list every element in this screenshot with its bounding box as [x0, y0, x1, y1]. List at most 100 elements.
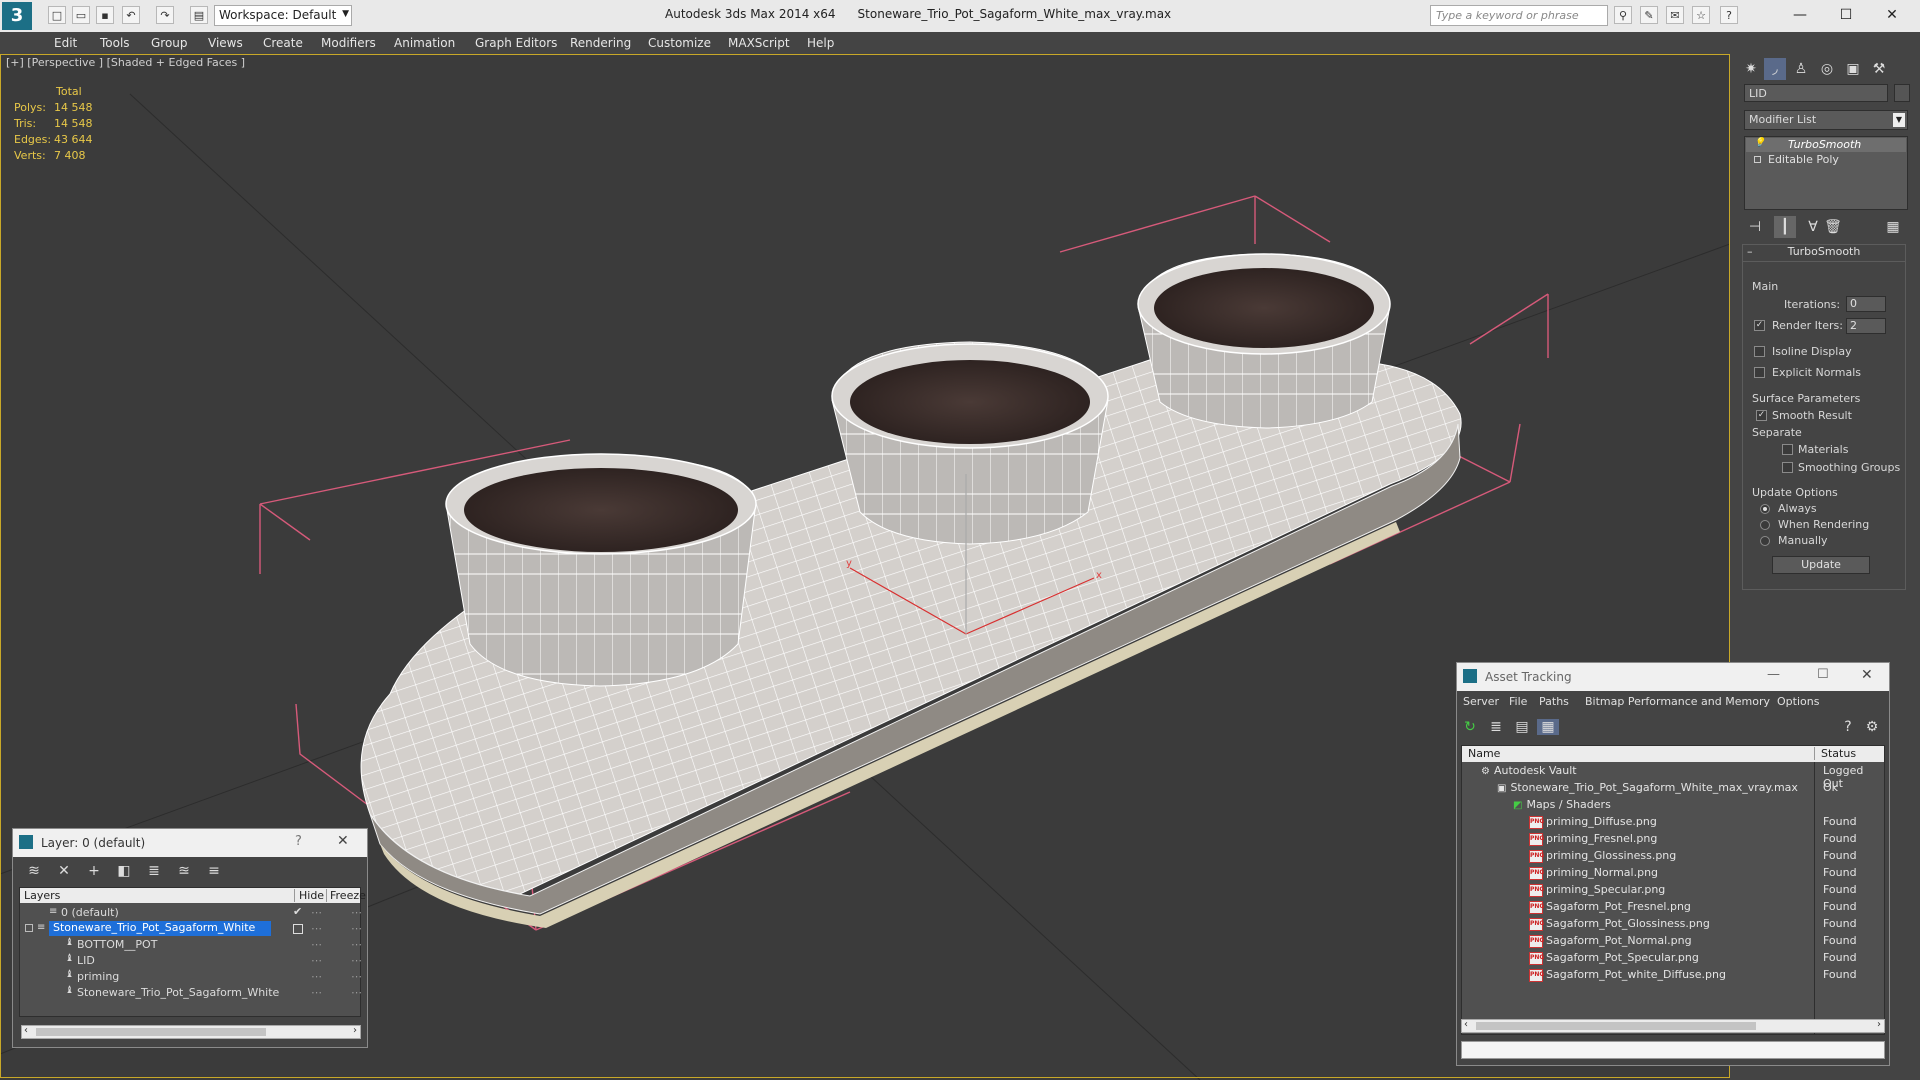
asset-row[interactable]: PNG Sagaform_Pot_Fresnel.png Found: [1461, 899, 1883, 916]
maximize-icon[interactable]: ☐: [1817, 667, 1829, 682]
render-iters-checkbox[interactable]: ✓: [1754, 320, 1765, 331]
menu-views[interactable]: Views: [208, 36, 243, 50]
asset-row[interactable]: ▣ Stoneware_Trio_Pot_Sagaform_White_max_v…: [1461, 780, 1883, 797]
asset-window-titlebar[interactable]: Asset Tracking — ☐ ✕: [1457, 663, 1889, 691]
utilities-tab-icon[interactable]: ⚒: [1868, 58, 1890, 80]
refresh-icon[interactable]: ↻: [1459, 719, 1481, 735]
materials-checkbox[interactable]: [1782, 444, 1793, 455]
help-icon[interactable]: ?: [1720, 6, 1738, 24]
set-current-layer-icon[interactable]: ≊: [173, 863, 195, 879]
make-unique-icon[interactable]: ∀: [1802, 216, 1824, 238]
asset-row[interactable]: PNG Sagaform_Pot_Normal.png Found: [1461, 933, 1883, 950]
collapse-icon[interactable]: [25, 924, 33, 932]
settings-icon[interactable]: ⚙: [1861, 719, 1883, 735]
save-file-icon[interactable]: ▪: [96, 6, 114, 24]
asset-menu-server[interactable]: Server: [1463, 695, 1499, 708]
new-file-icon[interactable]: □: [48, 6, 66, 24]
menu-edit[interactable]: Edit: [54, 36, 77, 50]
object-color-swatch[interactable]: [1894, 84, 1910, 102]
object-name-field[interactable]: LID: [1744, 84, 1888, 102]
asset-horizontal-scrollbar[interactable]: ‹ ›: [1461, 1019, 1885, 1033]
search-input[interactable]: Type a keyword or phrase: [1430, 5, 1608, 26]
help-icon[interactable]: ?: [295, 834, 302, 849]
scroll-thumb[interactable]: [1476, 1022, 1756, 1030]
scroll-right-icon[interactable]: ›: [353, 1025, 357, 1036]
when-rendering-radio[interactable]: [1760, 520, 1770, 530]
create-layer-icon[interactable]: ≋: [23, 863, 45, 879]
favorites-icon[interactable]: ☆: [1692, 6, 1710, 24]
always-radio[interactable]: [1760, 504, 1770, 514]
asset-menu-paths[interactable]: Paths: [1539, 695, 1569, 708]
menu-rendering[interactable]: Rendering: [570, 36, 631, 50]
close-icon[interactable]: ✕: [337, 833, 349, 849]
select-layer-icon[interactable]: ≣: [143, 863, 165, 879]
scroll-left-icon[interactable]: ‹: [24, 1025, 28, 1036]
display-tab-icon[interactable]: ▣: [1842, 58, 1864, 80]
minimize-icon[interactable]: —: [1767, 667, 1780, 682]
scroll-thumb[interactable]: [36, 1028, 266, 1036]
layer-object-row[interactable]: ♝ Stoneware_Trio_Pot_Sagaform_White ⋯ ⋯: [21, 985, 362, 1001]
hierarchy-tab-icon[interactable]: ♙: [1790, 58, 1812, 80]
redo-icon[interactable]: ↷: [156, 6, 174, 24]
asset-row[interactable]: PNG priming_Diffuse.png Found: [1461, 814, 1883, 831]
layer-row-selected[interactable]: ≡ Stoneware_Trio_Pot_Sagaform_White ⋯ ⋯: [21, 921, 362, 937]
subscription-icon[interactable]: ✎: [1640, 6, 1658, 24]
list-view-icon[interactable]: ≣: [1485, 719, 1507, 735]
menu-customize[interactable]: Customize: [648, 36, 711, 50]
render-iters-spinner[interactable]: 2: [1846, 318, 1886, 334]
smoothing-groups-checkbox[interactable]: [1782, 462, 1793, 473]
modifier-list-dropdown[interactable]: Modifier List ▼: [1744, 110, 1908, 130]
maximize-button[interactable]: ☐: [1826, 4, 1866, 26]
workspace-dropdown[interactable]: Workspace: Default ▼: [214, 5, 352, 26]
show-end-result-icon[interactable]: ┃: [1774, 216, 1796, 238]
menu-animation[interactable]: Animation: [394, 36, 455, 50]
menu-tools[interactable]: Tools: [100, 36, 130, 50]
project-folder-icon[interactable]: ▤: [190, 6, 208, 24]
app-logo-icon[interactable]: 3: [2, 2, 32, 30]
add-to-layer-icon[interactable]: +: [83, 863, 105, 879]
layer-horizontal-scrollbar[interactable]: ‹ ›: [21, 1025, 361, 1039]
scroll-right-icon[interactable]: ›: [1877, 1019, 1881, 1030]
menu-graph-editors[interactable]: Graph Editors: [475, 36, 557, 50]
layer-window-titlebar[interactable]: Layer: 0 (default) ? ✕: [13, 829, 367, 857]
table-view-icon[interactable]: ▦: [1537, 719, 1559, 735]
asset-row[interactable]: PNG priming_Specular.png Found: [1461, 882, 1883, 899]
create-tab-icon[interactable]: ✷: [1740, 58, 1762, 80]
modify-tab-icon[interactable]: ◞: [1764, 58, 1786, 80]
asset-menu-bitmap[interactable]: Bitmap Performance and Memory: [1585, 695, 1770, 708]
motion-tab-icon[interactable]: ◎: [1816, 58, 1838, 80]
menu-create[interactable]: Create: [263, 36, 303, 50]
asset-row[interactable]: PNG priming_Glossiness.png Found: [1461, 848, 1883, 865]
stack-item-editable-poly[interactable]: Editable Poly: [1746, 153, 1906, 167]
isoline-display-checkbox[interactable]: [1754, 346, 1765, 357]
rollout-header[interactable]: – TurboSmooth: [1743, 245, 1905, 262]
menu-group[interactable]: Group: [151, 36, 188, 50]
menu-modifiers[interactable]: Modifiers: [321, 36, 376, 50]
smooth-result-checkbox[interactable]: ✓: [1756, 410, 1767, 421]
asset-row[interactable]: PNG Sagaform_Pot_Glossiness.png Found: [1461, 916, 1883, 933]
close-button[interactable]: ✕: [1872, 4, 1912, 26]
menu-maxscript[interactable]: MAXScript: [728, 36, 790, 50]
asset-row[interactable]: PNG priming_Fresnel.png Found: [1461, 831, 1883, 848]
delete-layer-icon[interactable]: ✕: [53, 863, 75, 879]
asset-row[interactable]: ◩ Maps / Shaders: [1461, 797, 1883, 814]
asset-row[interactable]: PNG Sagaform_Pot_Specular.png Found: [1461, 950, 1883, 967]
layer-object-row[interactable]: ♝ priming ⋯ ⋯: [21, 969, 362, 985]
close-icon[interactable]: ✕: [1861, 667, 1873, 683]
layer-row[interactable]: ≡ 0 (default) ✔ ⋯ ⋯: [21, 905, 362, 921]
scroll-left-icon[interactable]: ‹: [1464, 1019, 1468, 1030]
viewport-label[interactable]: [+] [Perspective ] [Shaded + Edged Faces…: [6, 56, 245, 69]
asset-row[interactable]: ⚙ Autodesk Vault Logged Out: [1461, 763, 1883, 790]
bulb-icon[interactable]: 💡: [1754, 138, 1765, 148]
configure-sets-icon[interactable]: ▦: [1882, 216, 1904, 238]
undo-icon[interactable]: ↶: [122, 6, 140, 24]
help-icon[interactable]: ?: [1837, 719, 1859, 735]
minimize-button[interactable]: —: [1780, 4, 1820, 26]
asset-path-field[interactable]: [1461, 1041, 1885, 1059]
asset-row[interactable]: PNG priming_Normal.png Found: [1461, 865, 1883, 882]
pin-stack-icon[interactable]: ⊣: [1744, 216, 1766, 238]
layer-object-row[interactable]: ♝ LID ⋯ ⋯: [21, 953, 362, 969]
open-file-icon[interactable]: ▭: [72, 6, 90, 24]
update-button[interactable]: Update: [1772, 556, 1870, 574]
hide-all-layers-icon[interactable]: ≡: [203, 863, 225, 879]
